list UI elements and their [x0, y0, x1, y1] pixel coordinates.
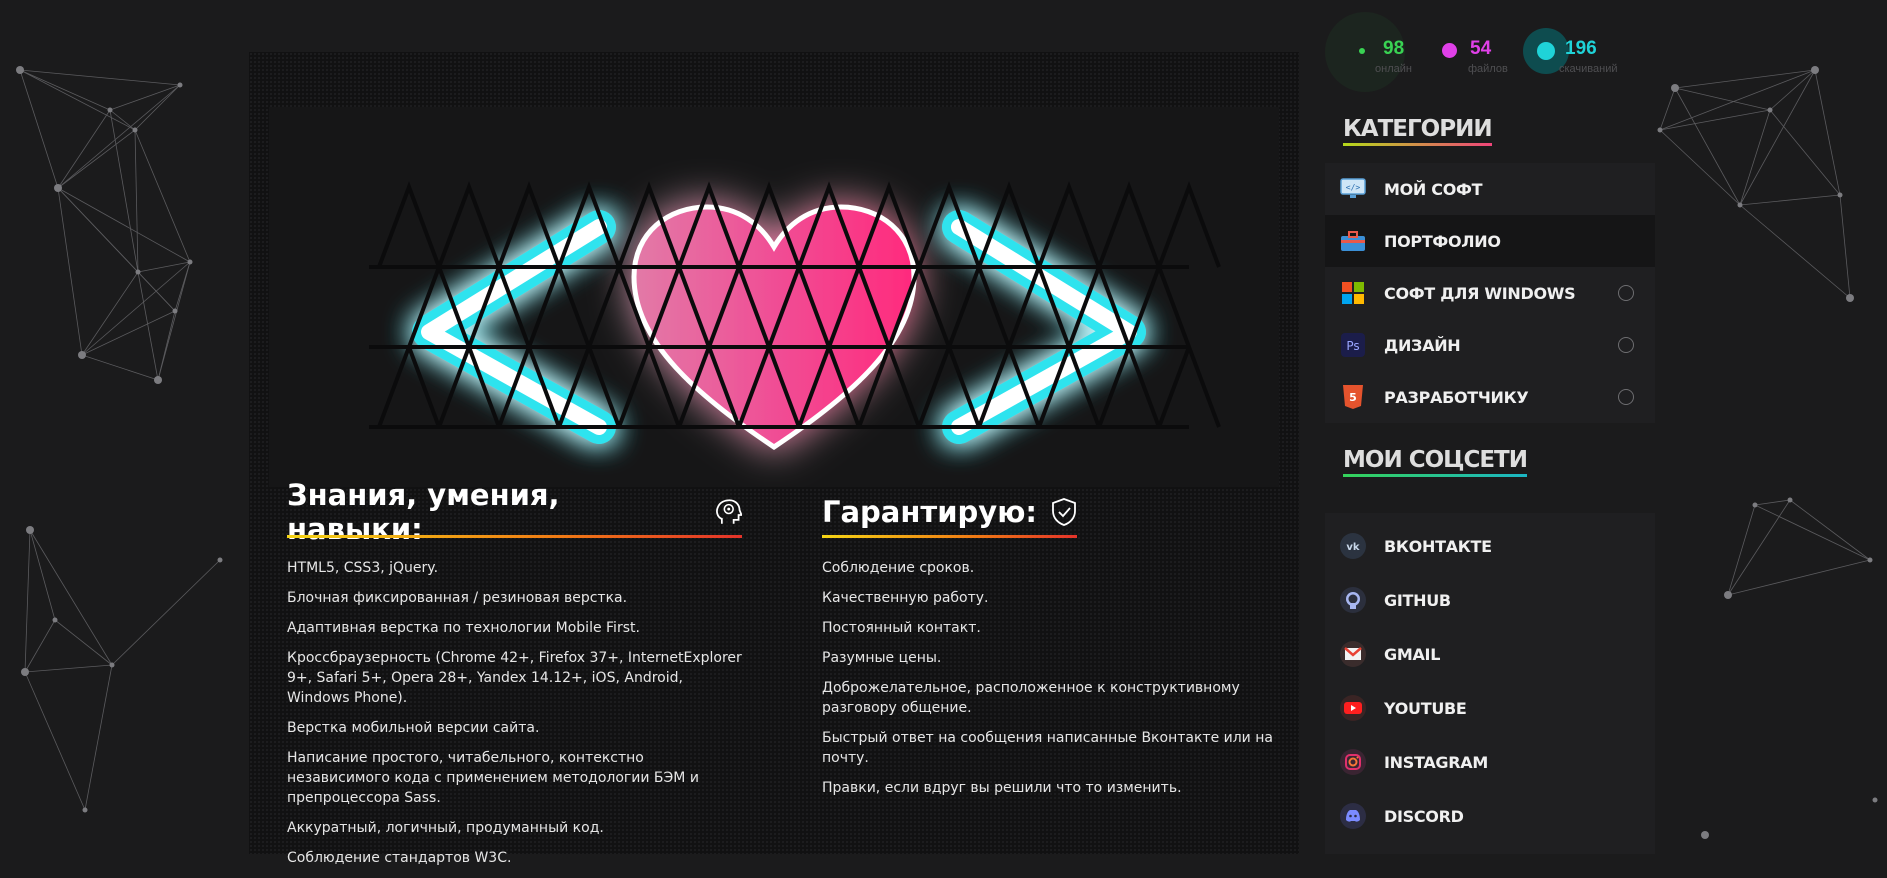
social-label: DISCORD — [1384, 806, 1464, 826]
knowledge-title: Знания, умения, навыки: — [287, 478, 742, 546]
guarantee-item: Быстрый ответ на сообщения написанные Вк… — [822, 730, 1273, 766]
main-content-panel: Знания, умения, навыки: HTML5, CSS3, jQu… — [249, 52, 1299, 866]
knowledge-item: Аккуратный, логичный, продуманный код. — [287, 820, 604, 836]
social-heading-text: МОИ СОЦСЕТИ — [1343, 447, 1528, 473]
guarantee-item: Правки, если вдруг вы решили что то изме… — [822, 780, 1182, 796]
social-underline — [1343, 474, 1527, 477]
social-label: YOUTUBE — [1384, 698, 1467, 718]
sidebar-category-item[interactable]: 5 РАЗРАБОТЧИКУ — [1325, 371, 1655, 423]
guarantee-item: Доброжелательное, расположенное к констр… — [822, 680, 1240, 716]
stat-downloads-value: 196 — [1565, 38, 1597, 59]
knowledge-item: Адаптивная верстка по технологии Mobile … — [287, 620, 640, 636]
files-dot-icon — [1442, 43, 1457, 58]
social-label: ВКОНТАКТЕ — [1384, 536, 1492, 556]
guarantee-title-text: Гарантирую: — [822, 495, 1037, 529]
windows-icon — [1339, 279, 1367, 307]
knowledge-item: Кроссбраузерность (Chrome 42+, Firefox 3… — [287, 650, 742, 706]
categories-list: </> МОЙ СОФТ ПОРТФОЛИО СОФТ ДЛЯ WINDOWS Ps ДИ… — [1325, 163, 1655, 423]
category-radio[interactable] — [1618, 389, 1634, 405]
guarantee-title: Гарантирую: — [822, 492, 1077, 538]
guarantee-list: Соблюдение сроков. Качественную работу. По… — [822, 558, 1282, 798]
category-label: ПОРТФОЛИО — [1384, 231, 1501, 251]
social-label: GITHUB — [1384, 590, 1451, 610]
sidebar-category-item[interactable]: ПОРТФОЛИО — [1325, 215, 1655, 267]
knowledge-list: HTML5, CSS3, jQuery. Блочная фиксированна… — [287, 558, 742, 868]
monitor-code-icon: </> — [1339, 175, 1367, 203]
sidebar-category-item[interactable]: Ps ДИЗАЙН — [1325, 319, 1655, 371]
categories-underline — [1343, 143, 1492, 146]
html5-icon: 5 — [1339, 383, 1367, 411]
youtube-icon — [1339, 694, 1367, 722]
briefcase-icon — [1339, 227, 1367, 255]
knowledge-item: Блочная фиксированная / резиновая верстк… — [287, 590, 628, 606]
stat-files-label: файлов — [1468, 63, 1508, 75]
discord-icon — [1339, 802, 1367, 830]
stat-downloads: 196 скачиваний — [1523, 28, 1653, 80]
stat-online-value: 98 — [1383, 38, 1405, 59]
category-radio[interactable] — [1618, 337, 1634, 353]
social-link[interactable]: GITHUB — [1325, 574, 1655, 626]
knowledge-item: Написание простого, читабельного, контек… — [287, 750, 699, 806]
downloads-dot-icon — [1537, 42, 1555, 60]
knowledge-item: Соблюдение стандартов W3C. — [287, 850, 512, 866]
category-label: МОЙ СОФТ — [1384, 179, 1483, 199]
sidebar-category-item[interactable]: СОФТ ДЛЯ WINDOWS — [1325, 267, 1655, 319]
categories-heading-text: КАТЕГОРИИ — [1343, 116, 1493, 142]
hero-neon-heart-banner — [269, 107, 1279, 487]
knowledge-section: Знания, умения, навыки: HTML5, CSS3, jQu… — [287, 478, 742, 878]
github-icon — [1339, 586, 1367, 614]
social-label: INSTAGRAM — [1384, 752, 1488, 772]
brain-gear-icon — [715, 499, 742, 524]
social-heading: МОИ СОЦСЕТИ — [1343, 447, 1528, 477]
vk-icon: vk — [1339, 532, 1367, 560]
stat-online-label: онлайн — [1375, 63, 1412, 75]
stat-downloads-label: скачиваний — [1559, 63, 1618, 75]
stat-online: 98 онлайн — [1325, 12, 1435, 92]
social-list: vk ВКОНТАКТЕ GITHUB GMAIL YOUTUBE INSTAGRAM DI… — [1325, 513, 1655, 854]
gmail-icon — [1339, 640, 1367, 668]
social-link[interactable]: INSTAGRAM — [1325, 736, 1655, 788]
svg-text:5: 5 — [1349, 391, 1357, 404]
guarantee-item: Качественную работу. — [822, 590, 989, 606]
shield-check-icon — [1052, 498, 1076, 526]
online-dot-icon — [1359, 48, 1365, 54]
categories-heading: КАТЕГОРИИ — [1343, 116, 1493, 146]
sidebar-category-item[interactable]: </> МОЙ СОФТ — [1325, 163, 1655, 215]
svg-text:vk: vk — [1346, 542, 1360, 553]
svg-text:</>: </> — [1346, 183, 1361, 192]
social-link[interactable]: GMAIL — [1325, 628, 1655, 680]
social-link[interactable]: YOUTUBE — [1325, 682, 1655, 734]
knowledge-item: HTML5, CSS3, jQuery. — [287, 560, 439, 576]
category-label: ДИЗАЙН — [1384, 335, 1461, 355]
guarantee-item: Соблюдение сроков. — [822, 560, 975, 576]
svg-text:Ps: Ps — [1346, 339, 1359, 353]
category-label: РАЗРАБОТЧИКУ — [1384, 387, 1529, 407]
guarantee-section: Гарантирую: Соблюдение сроков. Качественн… — [822, 492, 1282, 808]
social-link[interactable]: DISCORD — [1325, 790, 1655, 842]
photoshop-icon: Ps — [1339, 331, 1367, 359]
site-stats: 98 онлайн 54 файлов 196 скачиваний — [1325, 12, 1655, 92]
social-label: GMAIL — [1384, 644, 1441, 664]
knowledge-item: Верстка мобильной версии сайта. — [287, 720, 540, 736]
stat-files-value: 54 — [1470, 38, 1492, 59]
guarantee-item: Разумные цены. — [822, 650, 942, 666]
social-link[interactable]: vk ВКОНТАКТЕ — [1325, 520, 1655, 572]
guarantee-item: Постоянный контакт. — [822, 620, 981, 636]
instagram-icon — [1339, 748, 1367, 776]
category-radio[interactable] — [1618, 285, 1634, 301]
knowledge-title-text: Знания, умения, навыки: — [287, 478, 560, 546]
category-label: СОФТ ДЛЯ WINDOWS — [1384, 283, 1576, 303]
